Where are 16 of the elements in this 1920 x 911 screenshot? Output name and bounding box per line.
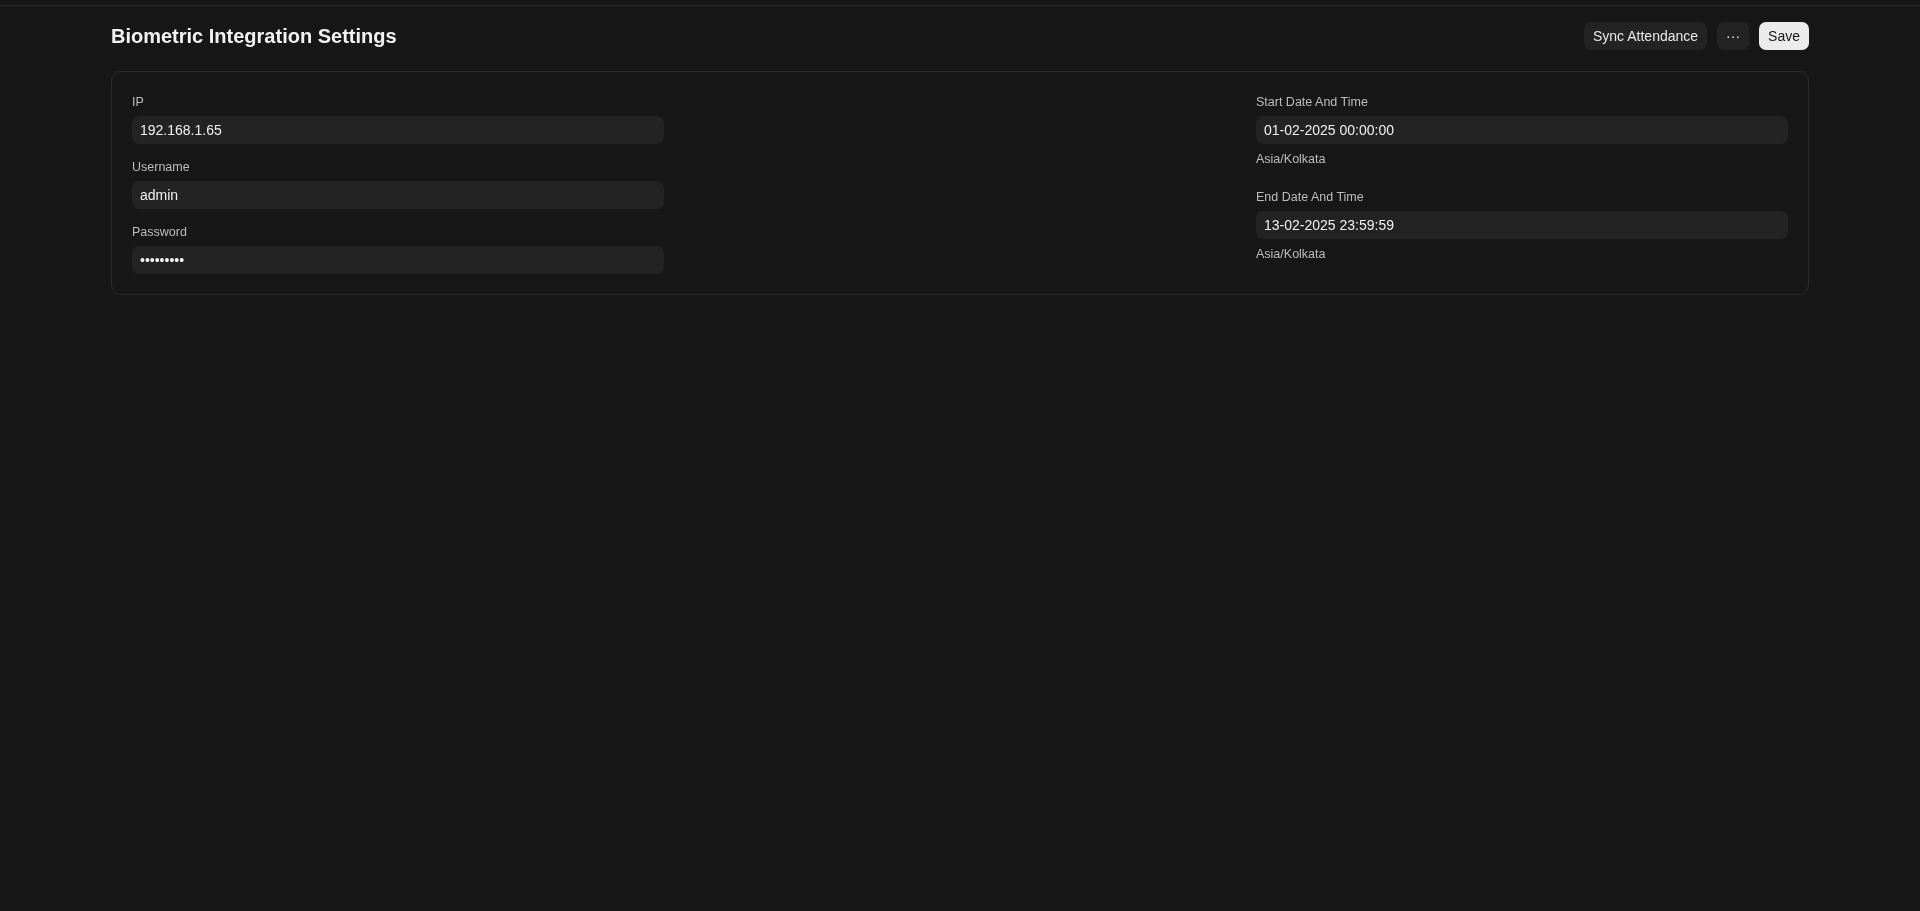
input-field[interactable]: ••••••••• <box>132 246 664 274</box>
input-field[interactable]: 01-02-2025 00:00:00 <box>1256 116 1788 144</box>
action-button[interactable]: ··· <box>1717 22 1750 50</box>
save-button[interactable]: Save <box>1759 22 1809 50</box>
field-description: Asia/Kolkata <box>1256 152 1327 166</box>
action-button[interactable]: Sync Attendance <box>1584 22 1708 50</box>
field-label: Password <box>132 225 188 239</box>
input-field[interactable]: admin <box>132 181 664 209</box>
page-title: Biometric Integration Settings <box>111 24 397 48</box>
field-description: Asia/Kolkata <box>1256 247 1327 261</box>
field-label: IP <box>132 95 145 109</box>
input-field[interactable]: 192.168.1.65 <box>132 116 664 144</box>
field-label: End Date And Time <box>1256 190 1365 204</box>
input-field[interactable]: 13-02-2025 23:59:59 <box>1256 211 1788 239</box>
field-label: Start Date And Time <box>1256 95 1369 109</box>
field-label: Username <box>132 160 191 174</box>
